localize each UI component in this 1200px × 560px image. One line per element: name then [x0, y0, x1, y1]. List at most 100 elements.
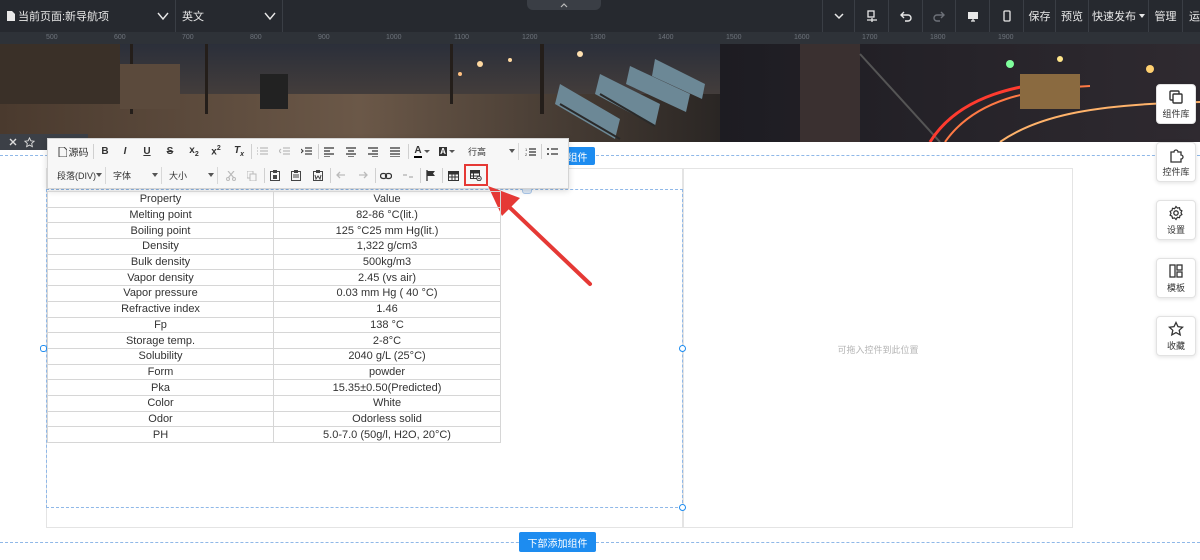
paste-text-button[interactable]: [288, 167, 304, 184]
italic-button[interactable]: I: [117, 143, 133, 160]
insert-link-button[interactable]: [378, 167, 394, 184]
outdent-button[interactable]: [276, 143, 292, 160]
property-cell[interactable]: Vapor density: [47, 269, 274, 287]
property-cell[interactable]: Melting point: [47, 206, 274, 224]
header-cell-property[interactable]: Property: [47, 191, 274, 208]
page-selector-label: 当前页面:新导航项: [18, 11, 110, 23]
line-height-select[interactable]: 行高: [464, 143, 519, 160]
templates-button[interactable]: 模板: [1156, 258, 1196, 298]
save-button[interactable]: 保存: [1023, 0, 1055, 32]
numbered-list-format-button[interactable]: [254, 143, 270, 160]
align-center-button[interactable]: [343, 143, 359, 160]
value-cell[interactable]: 82-86 °C(lit.): [273, 206, 501, 224]
page-selector[interactable]: 当前页面:新导航项: [0, 0, 176, 32]
indent-button[interactable]: [298, 143, 314, 160]
table-row: PH 5.0-7.0 (50g/l, H2O, 20°C): [47, 426, 501, 443]
component-library-button[interactable]: 组件库: [1156, 84, 1196, 124]
mobile-view-button[interactable]: [989, 0, 1023, 32]
align-button[interactable]: [854, 0, 888, 32]
value-cell[interactable]: White: [273, 394, 501, 412]
value-cell[interactable]: 5.0-7.0 (50g/l, H2O, 20°C): [273, 426, 501, 443]
value-cell[interactable]: 2-8°C: [273, 332, 501, 349]
property-cell[interactable]: Color: [47, 394, 274, 412]
property-cell[interactable]: Storage temp.: [47, 332, 274, 349]
desktop-view-button[interactable]: [955, 0, 989, 32]
font-size-select[interactable]: 大小: [164, 167, 218, 184]
superscript-button[interactable]: x2: [207, 143, 225, 160]
remove-format-button[interactable]: Tx: [230, 143, 248, 160]
table-row: Vapor pressure 0.03 mm Hg ( 40 °C): [47, 285, 501, 302]
align-right-button[interactable]: [365, 143, 381, 160]
background-color-button[interactable]: A: [436, 143, 458, 160]
redo-button[interactable]: [922, 0, 955, 32]
text-color-button[interactable]: A: [411, 143, 433, 160]
property-cell[interactable]: Bulk density: [47, 253, 274, 271]
font-family-select[interactable]: 字体: [108, 167, 162, 184]
value-cell[interactable]: 1,322 g/cm3: [273, 238, 501, 255]
paste-button[interactable]: [267, 167, 283, 184]
property-cell[interactable]: Fp: [47, 316, 274, 334]
ruler-tick: 1200: [522, 34, 538, 41]
settings-icon[interactable]: [8, 137, 18, 147]
ruler-tick: 800: [250, 34, 262, 41]
value-cell[interactable]: 138 °C: [273, 316, 501, 334]
resize-handle-corner[interactable]: [679, 504, 686, 511]
right-column[interactable]: 可拖入控件到此位置: [683, 168, 1073, 528]
strikethrough-button[interactable]: S: [162, 143, 178, 160]
value-cell[interactable]: 125 °C25 mm Hg(lit.): [273, 222, 501, 240]
ordered-list-button[interactable]: 12: [522, 143, 538, 160]
manage-button[interactable]: 管理: [1148, 0, 1182, 32]
collapse-topbar-tab[interactable]: [527, 0, 601, 10]
property-cell[interactable]: Boiling point: [47, 222, 274, 240]
paragraph-format-select[interactable]: 段落(DIV): [52, 167, 106, 184]
subscript-button[interactable]: x2: [185, 143, 203, 160]
header-cell-value[interactable]: Value: [273, 191, 501, 208]
settings-button[interactable]: 设置: [1156, 200, 1196, 240]
property-cell[interactable]: Form: [47, 363, 274, 381]
property-cell[interactable]: Density: [47, 238, 274, 255]
value-cell[interactable]: Odorless solid: [273, 410, 501, 428]
undo-edit-button[interactable]: [333, 167, 349, 184]
quick-publish-button[interactable]: 快速发布: [1088, 0, 1148, 32]
star-icon[interactable]: [24, 136, 35, 148]
value-cell[interactable]: 2040 g/L (25°C): [273, 347, 501, 365]
property-cell[interactable]: Pka: [47, 379, 274, 396]
insert-table-button[interactable]: [445, 167, 461, 184]
bullet-list-button[interactable]: [544, 143, 560, 160]
property-cell[interactable]: Odor: [47, 410, 274, 428]
property-cell[interactable]: Refractive index: [47, 300, 274, 318]
value-cell[interactable]: powder: [273, 363, 501, 381]
source-button[interactable]: 源码: [56, 143, 90, 160]
property-cell[interactable]: Solubility: [47, 347, 274, 365]
property-cell[interactable]: PH: [47, 426, 274, 443]
resize-handle-right[interactable]: [679, 345, 686, 352]
bold-button[interactable]: B: [97, 143, 113, 160]
redo-edit-button[interactable]: [355, 167, 371, 184]
resize-handle-left[interactable]: [40, 345, 47, 352]
justify-button[interactable]: [387, 143, 403, 160]
properties-table[interactable]: Property Value Melting point 82-86 °C(lit.)…: [47, 191, 501, 443]
device-toggle-button[interactable]: [822, 0, 854, 32]
value-cell[interactable]: 15.35±0.50(Predicted): [273, 379, 501, 396]
anchor-button[interactable]: [423, 167, 439, 184]
control-library-button[interactable]: 控件库: [1156, 142, 1196, 182]
paste-word-button[interactable]: [310, 167, 326, 184]
ruler-tick: 1000: [386, 34, 402, 41]
night-street-photo: [0, 44, 1200, 142]
value-cell[interactable]: 0.03 mm Hg ( 40 °C): [273, 285, 501, 302]
underline-button[interactable]: U: [139, 143, 155, 160]
add-component-bottom-button[interactable]: 下部添加组件: [519, 532, 596, 552]
undo-button[interactable]: [888, 0, 922, 32]
value-cell[interactable]: 1.46: [273, 300, 501, 318]
align-left-button[interactable]: [321, 143, 337, 160]
value-cell[interactable]: 500kg/m3: [273, 253, 501, 271]
more-button[interactable]: 运: [1182, 0, 1200, 32]
cut-button[interactable]: [223, 167, 239, 184]
value-cell[interactable]: 2.45 (vs air): [273, 269, 501, 287]
favorites-button[interactable]: 收藏: [1156, 316, 1196, 356]
language-selector[interactable]: 英文: [176, 0, 283, 32]
copy-button[interactable]: [244, 167, 260, 184]
preview-button[interactable]: 预览: [1055, 0, 1088, 32]
unlink-button[interactable]: [400, 167, 416, 184]
property-cell[interactable]: Vapor pressure: [47, 285, 274, 302]
